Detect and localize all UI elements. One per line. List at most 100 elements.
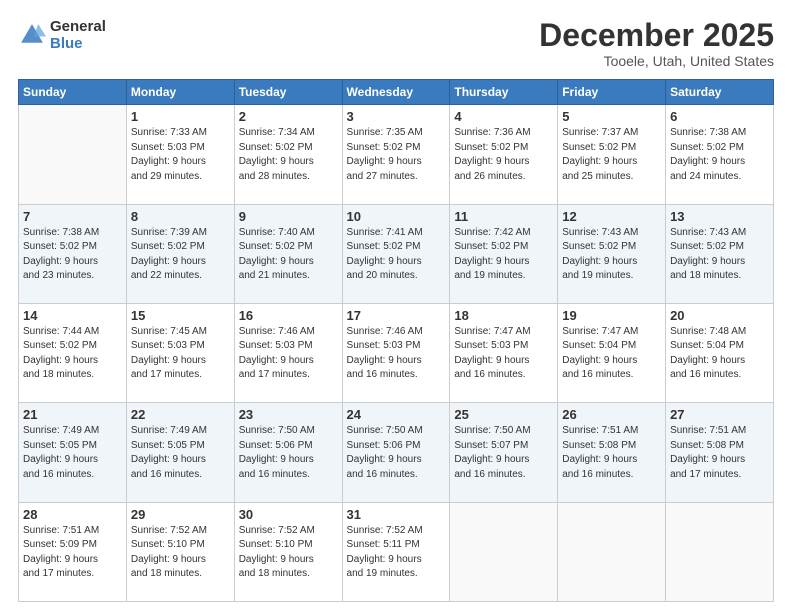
calendar-day-cell: 23 Sunrise: 7:50 AMSunset: 5:06 PMDayligh… (234, 403, 342, 502)
day-info: Sunrise: 7:45 AMSunset: 5:03 PMDaylight:… (131, 325, 230, 383)
day-number: 15 (131, 308, 230, 323)
main-title: December 2025 (539, 18, 774, 53)
day-info: Sunrise: 7:35 AMSunset: 5:02 PMDaylight:… (347, 126, 446, 184)
day-info: Sunrise: 7:37 AMSunset: 5:02 PMDaylight:… (562, 126, 661, 184)
day-number: 13 (670, 209, 769, 224)
day-number: 25 (454, 407, 553, 422)
day-info: Sunrise: 7:42 AMSunset: 5:02 PMDaylight:… (454, 226, 553, 284)
day-number: 29 (131, 507, 230, 522)
calendar-day-cell: 22Sunrise: 7:49 AMSunset: 5:05 PMDayligh… (126, 403, 234, 502)
calendar-day-cell: 8Sunrise: 7:39 AMSunset: 5:02 PMDaylight… (126, 204, 234, 303)
calendar-day-cell: 17Sunrise: 7:46 AMSunset: 5:03 PMDayligh… (342, 303, 450, 402)
calendar-day-cell (450, 502, 558, 601)
day-number: 28 (23, 507, 122, 522)
day-number: 11 (454, 209, 553, 224)
day-info: Sunrise: 7:34 AMSunset: 5:02 PMDaylight:… (239, 126, 338, 184)
day-info: Sunrise: 7:50 AMSunset: 5:06 PMDaylight:… (347, 424, 446, 482)
day-info: Sunrise: 7:50 AMSunset: 5:06 PMDaylight:… (239, 424, 338, 482)
logo-text: General Blue (50, 18, 106, 53)
day-number: 2 (239, 109, 338, 124)
day-number: 7 (23, 209, 122, 224)
day-number: 16 (239, 308, 338, 323)
day-header-thursday: Thursday (450, 80, 558, 105)
day-number: 9 (239, 209, 338, 224)
logo-icon (18, 21, 46, 49)
day-info: Sunrise: 7:41 AMSunset: 5:02 PMDaylight:… (347, 226, 446, 284)
day-info: Sunrise: 7:47 AMSunset: 5:03 PMDaylight:… (454, 325, 553, 383)
day-number: 30 (239, 507, 338, 522)
page: General Blue December 2025 Tooele, Utah,… (0, 0, 792, 612)
calendar-day-cell: 26 Sunrise: 7:51 AMSunset: 5:08 PMDayligh… (558, 403, 666, 502)
day-info: Sunrise: 7:33 AMSunset: 5:03 PMDaylight:… (131, 126, 230, 184)
calendar-day-cell: 16 Sunrise: 7:46 AMSunset: 5:03 PMDayligh… (234, 303, 342, 402)
day-number: 10 (347, 209, 446, 224)
calendar-day-cell: 12 Sunrise: 7:43 AMSunset: 5:02 PMDayligh… (558, 204, 666, 303)
day-number: 18 (454, 308, 553, 323)
calendar-day-cell: 7 Sunrise: 7:38 AMSunset: 5:02 PMDaylight… (19, 204, 127, 303)
day-info: Sunrise: 7:38 AMSunset: 5:02 PMDaylight:… (670, 126, 769, 184)
calendar-day-cell: 3Sunrise: 7:35 AMSunset: 5:02 PMDaylight… (342, 105, 450, 204)
calendar-day-cell: 5 Sunrise: 7:37 AMSunset: 5:02 PMDaylight… (558, 105, 666, 204)
header: General Blue December 2025 Tooele, Utah,… (18, 18, 774, 69)
day-number: 20 (670, 308, 769, 323)
calendar-day-cell: 28 Sunrise: 7:51 AMSunset: 5:09 PMDayligh… (19, 502, 127, 601)
calendar-day-cell: 15 Sunrise: 7:45 AMSunset: 5:03 PMDayligh… (126, 303, 234, 402)
calendar-day-cell: 30 Sunrise: 7:52 AMSunset: 5:10 PMDayligh… (234, 502, 342, 601)
day-header-saturday: Saturday (666, 80, 774, 105)
day-number: 12 (562, 209, 661, 224)
day-number: 17 (347, 308, 446, 323)
day-number: 8 (131, 209, 230, 224)
calendar-header-row: SundayMondayTuesdayWednesdayThursdayFrid… (19, 80, 774, 105)
calendar-day-cell: 18 Sunrise: 7:47 AMSunset: 5:03 PMDayligh… (450, 303, 558, 402)
day-info: Sunrise: 7:43 AMSunset: 5:02 PMDaylight:… (670, 226, 769, 284)
calendar-day-cell: 1 Sunrise: 7:33 AMSunset: 5:03 PMDaylight… (126, 105, 234, 204)
calendar-day-cell: 20 Sunrise: 7:48 AMSunset: 5:04 PMDayligh… (666, 303, 774, 402)
title-block: December 2025 Tooele, Utah, United State… (539, 18, 774, 69)
day-number: 19 (562, 308, 661, 323)
calendar-day-cell (558, 502, 666, 601)
day-number: 26 (562, 407, 661, 422)
day-number: 27 (670, 407, 769, 422)
calendar-day-cell (19, 105, 127, 204)
day-info: Sunrise: 7:51 AMSunset: 5:09 PMDaylight:… (23, 524, 122, 582)
calendar-day-cell: 31 Sunrise: 7:52 AMSunset: 5:11 PMDayligh… (342, 502, 450, 601)
day-number: 5 (562, 109, 661, 124)
calendar-day-cell: 14Sunrise: 7:44 AMSunset: 5:02 PMDayligh… (19, 303, 127, 402)
day-info: Sunrise: 7:51 AMSunset: 5:08 PMDaylight:… (670, 424, 769, 482)
day-info: Sunrise: 7:40 AMSunset: 5:02 PMDaylight:… (239, 226, 338, 284)
day-info: Sunrise: 7:51 AMSunset: 5:08 PMDaylight:… (562, 424, 661, 482)
calendar-day-cell: 9 Sunrise: 7:40 AMSunset: 5:02 PMDaylight… (234, 204, 342, 303)
subtitle: Tooele, Utah, United States (539, 53, 774, 69)
day-info: Sunrise: 7:43 AMSunset: 5:02 PMDaylight:… (562, 226, 661, 284)
day-info: Sunrise: 7:47 AMSunset: 5:04 PMDaylight:… (562, 325, 661, 383)
day-info: Sunrise: 7:50 AMSunset: 5:07 PMDaylight:… (454, 424, 553, 482)
day-header-wednesday: Wednesday (342, 80, 450, 105)
day-info: Sunrise: 7:49 AMSunset: 5:05 PMDaylight:… (131, 424, 230, 482)
day-number: 24 (347, 407, 446, 422)
calendar-week-row: 14Sunrise: 7:44 AMSunset: 5:02 PMDayligh… (19, 303, 774, 402)
day-info: Sunrise: 7:44 AMSunset: 5:02 PMDaylight:… (23, 325, 122, 383)
day-number: 23 (239, 407, 338, 422)
calendar-table: SundayMondayTuesdayWednesdayThursdayFrid… (18, 79, 774, 602)
day-header-monday: Monday (126, 80, 234, 105)
calendar-week-row: 7 Sunrise: 7:38 AMSunset: 5:02 PMDaylight… (19, 204, 774, 303)
day-info: Sunrise: 7:52 AMSunset: 5:10 PMDaylight:… (239, 524, 338, 582)
calendar-day-cell: 29 Sunrise: 7:52 AMSunset: 5:10 PMDayligh… (126, 502, 234, 601)
calendar-day-cell: 10 Sunrise: 7:41 AMSunset: 5:02 PMDayligh… (342, 204, 450, 303)
day-number: 1 (131, 109, 230, 124)
day-info: Sunrise: 7:52 AMSunset: 5:10 PMDaylight:… (131, 524, 230, 582)
calendar-day-cell: 27 Sunrise: 7:51 AMSunset: 5:08 PMDayligh… (666, 403, 774, 502)
day-number: 4 (454, 109, 553, 124)
day-info: Sunrise: 7:38 AMSunset: 5:02 PMDaylight:… (23, 226, 122, 284)
calendar-day-cell: 24 Sunrise: 7:50 AMSunset: 5:06 PMDayligh… (342, 403, 450, 502)
day-info: Sunrise: 7:48 AMSunset: 5:04 PMDaylight:… (670, 325, 769, 383)
calendar-week-row: 21Sunrise: 7:49 AMSunset: 5:05 PMDayligh… (19, 403, 774, 502)
day-number: 31 (347, 507, 446, 522)
day-header-sunday: Sunday (19, 80, 127, 105)
day-info: Sunrise: 7:52 AMSunset: 5:11 PMDaylight:… (347, 524, 446, 582)
day-info: Sunrise: 7:36 AMSunset: 5:02 PMDaylight:… (454, 126, 553, 184)
calendar-day-cell: 19 Sunrise: 7:47 AMSunset: 5:04 PMDayligh… (558, 303, 666, 402)
day-info: Sunrise: 7:46 AMSunset: 5:03 PMDaylight:… (239, 325, 338, 383)
day-header-tuesday: Tuesday (234, 80, 342, 105)
calendar-day-cell: 25 Sunrise: 7:50 AMSunset: 5:07 PMDayligh… (450, 403, 558, 502)
